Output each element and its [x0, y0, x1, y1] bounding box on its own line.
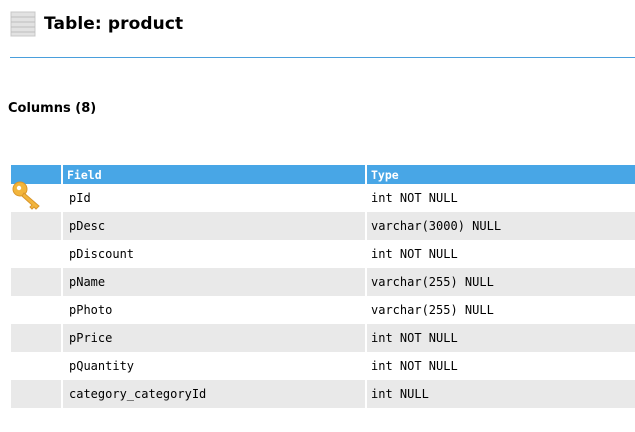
field-name: pPrice: [61, 324, 365, 352]
key-cell: [11, 181, 61, 212]
key-cell: [11, 240, 61, 268]
key-cell: [11, 296, 61, 324]
field-name: pName: [61, 268, 365, 296]
field-name: pPhoto: [69, 303, 113, 317]
field-type: int NOT NULL: [371, 359, 458, 373]
field-name: pId: [69, 191, 91, 205]
field-type: varchar(255) NULL: [365, 268, 635, 296]
table-icon: [10, 11, 36, 37]
columns-table-header: Field Type: [11, 165, 635, 184]
table-row: pQuantity int NOT NULL: [11, 352, 635, 380]
table-row: category_categoryId int NULL: [11, 380, 635, 408]
page-title: Table: product: [44, 14, 184, 34]
key-cell: [11, 268, 61, 296]
table-row: pPrice int NOT NULL: [11, 324, 635, 352]
table-row: pName varchar(255) NULL: [11, 268, 635, 296]
header-divider: [10, 57, 635, 58]
table-row: pPhoto varchar(255) NULL: [11, 296, 635, 324]
columns-table: Field Type pId int NOT NULL pDesc varcha…: [11, 165, 635, 408]
field-name: category_categoryId: [61, 380, 365, 408]
key-cell: [11, 324, 61, 352]
field-type: int NOT NULL: [371, 191, 458, 205]
table-row: pDesc varchar(3000) NULL: [11, 212, 635, 240]
field-type: int NULL: [365, 380, 635, 408]
header-field: Field: [61, 165, 365, 184]
table-row: pDiscount int NOT NULL: [11, 240, 635, 268]
field-type: varchar(3000) NULL: [365, 212, 635, 240]
field-name: pDesc: [61, 212, 365, 240]
page: Table: product Columns (8) Field Type pI…: [0, 0, 635, 432]
key-cell: [11, 352, 61, 380]
table-row: pId int NOT NULL: [11, 181, 635, 212]
columns-section-title: Columns (8): [8, 101, 97, 116]
header-type: Type: [365, 165, 635, 184]
key-cell: [11, 380, 61, 408]
field-type: varchar(255) NULL: [371, 303, 494, 317]
field-type: int NOT NULL: [365, 324, 635, 352]
page-header: Table: product: [10, 10, 183, 38]
field-name: pQuantity: [69, 359, 135, 373]
primary-key-icon: [11, 178, 45, 212]
field-type: int NOT NULL: [371, 247, 458, 261]
key-cell: [11, 212, 61, 240]
field-name: pDiscount: [69, 247, 135, 261]
